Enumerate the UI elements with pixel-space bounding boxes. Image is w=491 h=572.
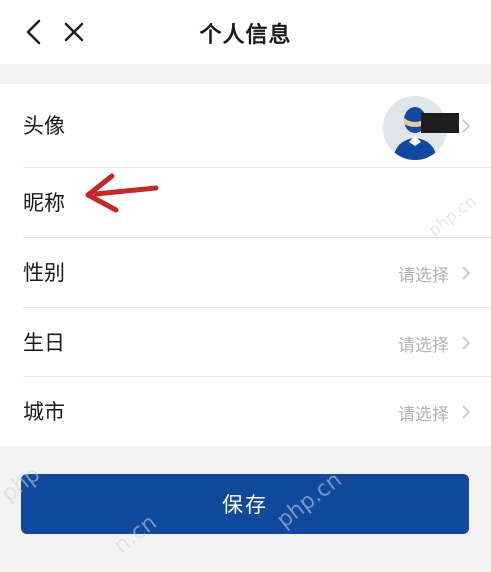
list-item-nickname[interactable]: 昵称 (0, 168, 491, 238)
nickname-label: 昵称 (23, 191, 65, 215)
chevron-right-icon (462, 405, 471, 419)
annotation-arrow-icon (85, 173, 159, 213)
chevron-right-icon (462, 119, 471, 133)
list-item-gender[interactable]: 性别 请选择 (0, 238, 491, 308)
list-item-avatar[interactable]: 头像 (0, 84, 491, 168)
city-value: 请选择 (398, 405, 449, 425)
chevron-right-icon (462, 266, 471, 280)
birthday-value: 请选择 (398, 336, 449, 356)
save-button[interactable]: 保存 (21, 474, 469, 534)
list-item-city[interactable]: 城市 请选择 (0, 377, 491, 446)
gender-value: 请选择 (398, 266, 449, 286)
page-title: 个人信息 (199, 23, 292, 48)
city-label: 城市 (23, 400, 65, 424)
birthday-label: 生日 (23, 331, 65, 355)
list-item-birthday[interactable]: 生日 请选择 (0, 308, 491, 377)
chevron-right-icon (462, 336, 471, 350)
profile-list: 头像 昵称 性别 请选择 生日 请选择 城市 请选择 (0, 84, 491, 446)
gender-label: 性别 (23, 261, 65, 285)
nickname-redacted-value (421, 113, 459, 133)
avatar-label: 头像 (23, 114, 65, 138)
top-bar: 个人信息 (0, 0, 491, 64)
